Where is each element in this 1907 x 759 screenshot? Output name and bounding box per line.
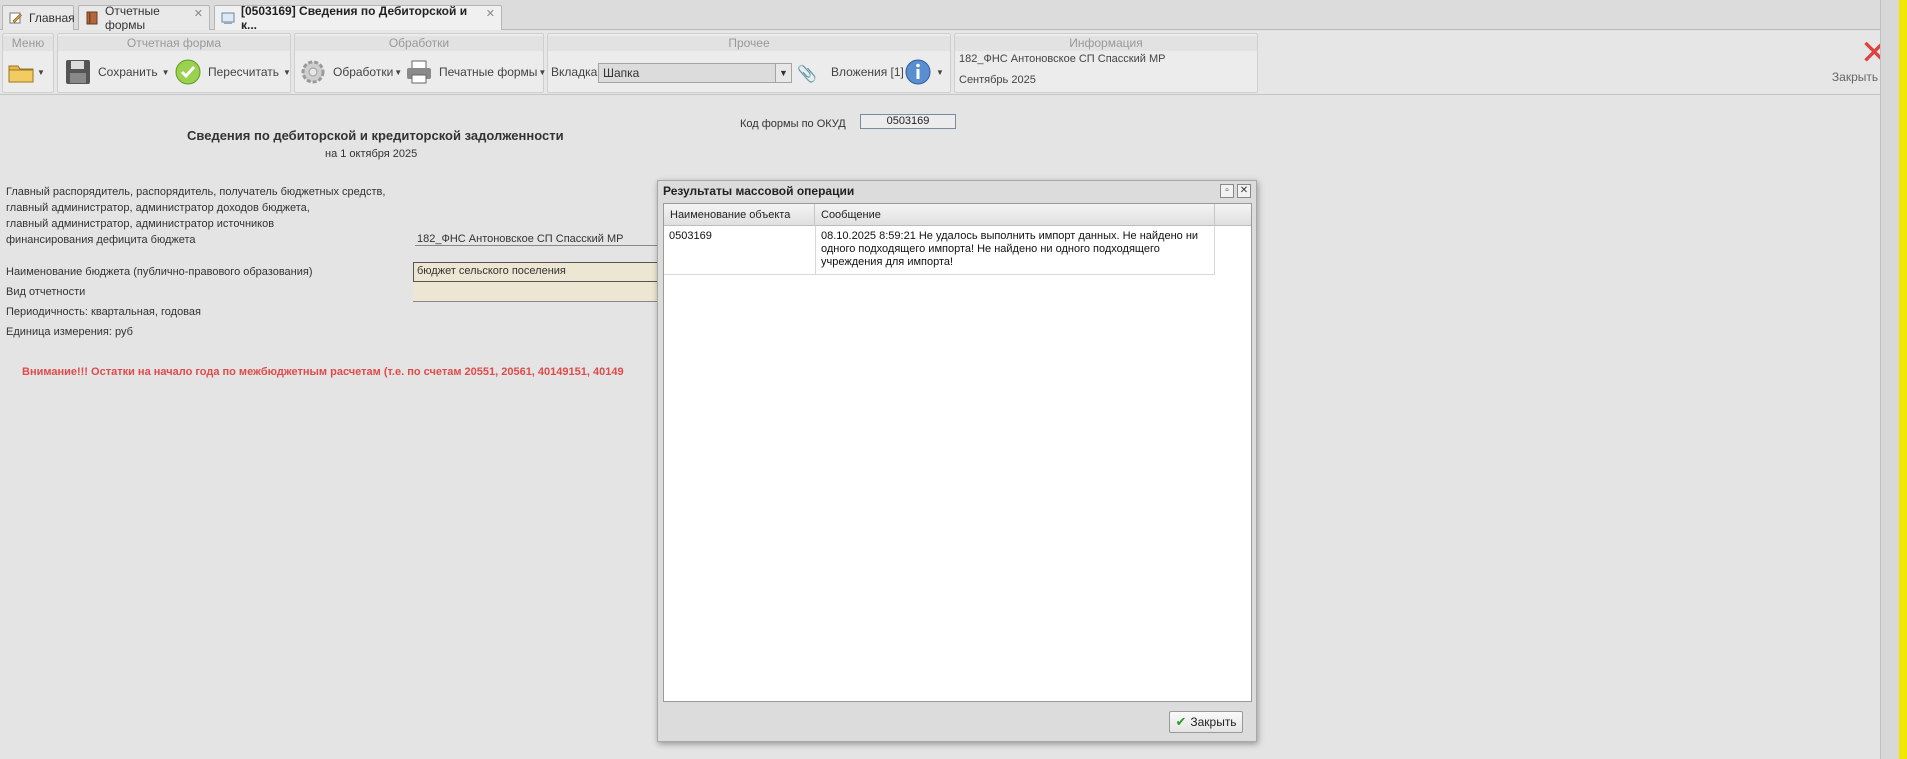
tab-label: Отчетные формы (105, 4, 160, 32)
table-row[interactable]: 0503169 08.10.2025 8:59:21 Не удалось вы… (664, 226, 1215, 275)
tab-report-forms[interactable]: Отчетные формы ✕ (78, 4, 210, 32)
org-label: финансирования дефицита бюджета (6, 234, 196, 246)
dialog-title: Результаты массовой операции (663, 184, 855, 198)
close-form-button[interactable]: ✕ Закрыть (1820, 36, 1880, 94)
report-type-field[interactable] (413, 282, 685, 302)
save-label: Сохранить (98, 65, 158, 79)
mass-operation-dialog: Результаты массовой операции ▫ ✕ Наимено… (657, 180, 1257, 742)
info-period: Сентябрь 2025 (959, 74, 1036, 86)
warning-text: Внимание!!! Остатки на начало года по ме… (22, 366, 624, 378)
chevron-down-icon: ▼ (37, 67, 45, 77)
tab-select[interactable]: Шапка ▼ (598, 63, 792, 83)
ribbon-toolbar: Меню ▼ Отчетная форма Сохранить ▼ Пересч… (0, 31, 1880, 95)
info-button[interactable]: ▼ (904, 56, 944, 88)
column-divider (815, 226, 816, 275)
form-icon (221, 11, 235, 25)
org-label: главный администратор, администратор дох… (6, 202, 310, 214)
vertical-scrollbar[interactable] (1880, 0, 1899, 759)
cell-message: 08.10.2025 8:59:21 Не удалось выполнить … (821, 230, 1198, 269)
form-title: Сведения по дебиторской и кредиторской з… (187, 128, 564, 143)
print-forms-label: Печатные формы (439, 65, 538, 79)
info-organization: 182_ФНС Антоновское СП Спасский МР (959, 53, 1166, 65)
chevron-down-icon[interactable]: ▼ (775, 64, 791, 82)
save-button[interactable]: Сохранить ▼ (64, 56, 170, 88)
tab-0503169[interactable]: [0503169] Сведения по Дебиторской и к...… (214, 4, 502, 32)
close-icon[interactable]: ✕ (194, 7, 203, 20)
tab-label: Главная (29, 11, 75, 25)
group-report-form: Отчетная форма Сохранить ▼ Пересчитать ▼ (57, 33, 291, 93)
chevron-down-icon: ▼ (538, 67, 547, 77)
book-icon (85, 11, 99, 25)
org-label: главный администратор, администратор ист… (6, 218, 275, 230)
group-title: Обработки (295, 36, 543, 51)
attachments-button[interactable]: Вложения [1] (831, 56, 904, 88)
org-label: Главный распорядитель, распорядитель, по… (6, 186, 386, 198)
chevron-down-icon: ▼ (936, 67, 944, 77)
checkmark-icon: ✔ (1175, 714, 1187, 729)
unit-label: Единица измерения: руб (6, 326, 133, 338)
chevron-down-icon: ▼ (161, 67, 170, 77)
group-title: Информация (955, 36, 1257, 51)
folder-icon (8, 65, 34, 83)
chevron-down-icon: ▼ (283, 67, 291, 77)
budget-field[interactable]: бюджет сельского поселения (413, 262, 685, 282)
message-line: учреждения для импорта! (821, 256, 954, 268)
recalculate-button[interactable]: Пересчитать ▼ (174, 56, 291, 88)
message-line: одного подходящего импорта! Не найдено н… (821, 243, 1160, 255)
group-processing: Обработки Обработки ▼ Печатные формы ▼ (294, 33, 546, 93)
checkmark-icon (175, 59, 201, 85)
close-icon[interactable]: ✕ (1237, 184, 1251, 198)
printer-icon (407, 60, 431, 84)
gear-icon (301, 60, 325, 84)
processing-label: Обработки (333, 65, 394, 79)
menu-button[interactable]: ▼ (7, 56, 45, 88)
group-title: Отчетная форма (58, 36, 290, 51)
message-line: 08.10.2025 8:59:21 Не удалось выполнить … (821, 230, 1199, 242)
close-button-label: Закрыть (1190, 715, 1237, 729)
column-header-object[interactable]: Наименование объекта (664, 204, 815, 226)
info-icon (905, 59, 931, 85)
close-form-label: Закрыть (1831, 70, 1879, 84)
group-other: Прочее Вкладка Шапка ▼ 📎 Вложения [1] ▼ (547, 33, 951, 93)
tab-select-label: Вкладка (551, 65, 598, 79)
attachments-label: Вложения [1] (831, 65, 904, 79)
processing-button[interactable]: Обработки ▼ (299, 56, 402, 88)
results-grid: Наименование объекта Сообщение 0503169 0… (663, 203, 1252, 702)
tab-label: [0503169] Сведения по Дебиторской и к... (241, 4, 468, 32)
okud-field[interactable]: 0503169 (860, 114, 956, 129)
print-forms-button[interactable]: Печатные формы ▼ (405, 56, 546, 88)
group-title: Прочее (548, 36, 950, 51)
tab-select-value: Шапка (603, 66, 640, 80)
periodicity-label: Периодичность: квартальная, годовая (6, 306, 201, 318)
org-field[interactable]: 182_ФНС Антоновское СП Спасский МР (415, 233, 685, 246)
tab-label: Вкладка (551, 56, 597, 88)
edit-icon (9, 11, 23, 25)
close-icon: ✕ (1860, 36, 1880, 72)
window-edge (1899, 0, 1907, 759)
tab-bar: Главная Отчетные формы ✕ [0503169] Сведе… (0, 0, 1880, 32)
paperclip-icon[interactable]: 📎 (797, 64, 817, 84)
okud-label: Код формы по ОКУД (740, 118, 846, 130)
form-subtitle: на 1 октября 2025 (325, 148, 418, 160)
floppy-icon (66, 60, 90, 84)
chevron-down-icon: ▼ (394, 67, 403, 77)
group-menu: Меню ▼ (2, 33, 54, 93)
budget-label: Наименование бюджета (публично-правового… (6, 266, 313, 278)
grid-header: Наименование объекта Сообщение (664, 204, 1251, 226)
maximize-icon[interactable]: ▫ (1220, 184, 1234, 198)
column-header-message[interactable]: Сообщение (815, 204, 1215, 226)
cell-object: 0503169 (669, 230, 712, 242)
group-info: Информация 182_ФНС Антоновское СП Спасск… (954, 33, 1258, 93)
close-icon[interactable]: ✕ (486, 7, 495, 20)
tab-home[interactable]: Главная (2, 5, 75, 30)
close-button[interactable]: ✔ Закрыть (1169, 711, 1243, 733)
group-title: Меню (3, 36, 53, 51)
recalculate-label: Пересчитать (208, 65, 279, 79)
report-type-label: Вид отчетности (6, 286, 86, 298)
